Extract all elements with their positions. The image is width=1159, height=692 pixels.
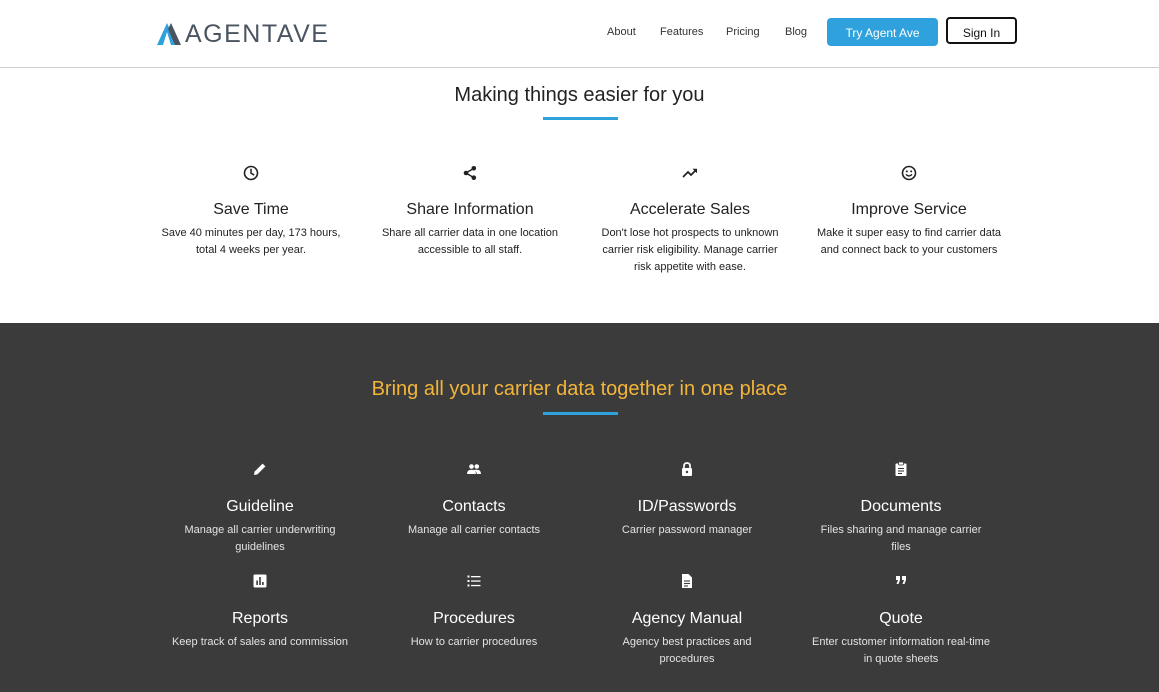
benefit-description-line: Don't lose hot prospects to unknown	[601, 227, 779, 239]
feature-description-line: Manage all carrier underwriting	[184, 524, 336, 536]
top-navbar: AGENTAVE About Features Pricing Blog Try…	[0, 0, 1159, 68]
feature-quote: Quote Enter customer information real-ti…	[801, 573, 1001, 668]
bar-chart-icon	[253, 574, 267, 588]
feature-title: Guideline	[226, 498, 294, 515]
benefit-save-time: Save Time Save 40 minutes per day, 173 h…	[151, 165, 351, 259]
feature-description: Carrier password manager	[587, 522, 787, 539]
nav-link-blog[interactable]: Blog	[785, 26, 807, 38]
quote-icon	[896, 576, 906, 584]
benefit-description-line: total 4 weeks per year.	[195, 244, 307, 256]
feature-description-line: Keep track of sales and commission	[171, 636, 349, 648]
feature-title: Contacts	[442, 498, 506, 515]
benefit-description: Save 40 minutes per day, 173 hours, tota…	[151, 225, 351, 259]
feature-title: ID/Passwords	[637, 498, 737, 515]
benefit-description: Make it super easy to find carrier data …	[809, 225, 1009, 259]
brand-name: AGENTAVE	[185, 20, 330, 48]
benefit-title: Improve Service	[851, 201, 967, 218]
benefit-description-line: Save 40 minutes per day, 173 hours,	[161, 227, 341, 239]
feature-agency-manual: Agency Manual Agency best practices and …	[587, 573, 787, 668]
feature-contacts: Contacts Manage all carrier contacts	[374, 461, 574, 539]
feature-description: Files sharing and manage carrier files	[801, 522, 1001, 556]
pencil-icon	[254, 463, 266, 475]
benefit-title: Save Time	[213, 201, 289, 218]
feature-reports: Reports Keep track of sales and commissi…	[160, 573, 360, 651]
lock-icon	[682, 462, 692, 476]
benefit-description-line: accessible to all staff.	[417, 244, 523, 256]
brand-logo[interactable]: AGENTAVE	[157, 20, 330, 48]
feature-description-line: Manage all carrier contacts	[407, 524, 541, 536]
feature-description-line: files	[891, 541, 911, 553]
feature-title: Reports	[231, 610, 289, 627]
features-section: Bring all your carrier data together in …	[0, 323, 1159, 692]
feature-description: Keep track of sales and commission	[160, 634, 360, 651]
benefits-title-underline	[543, 117, 618, 120]
benefit-description-line: risk appetite with ease.	[634, 261, 746, 273]
benefit-accelerate-sales: Accelerate Sales Don't lose hot prospect…	[590, 165, 790, 276]
features-title: Bring all your carrier data together in …	[371, 378, 788, 400]
benefit-title: Accelerate Sales	[629, 201, 751, 218]
share-icon	[463, 166, 477, 180]
feature-title: Quote	[879, 610, 923, 627]
feature-title: Procedures	[433, 610, 515, 627]
trending-up-icon	[682, 168, 697, 178]
clock-icon	[243, 165, 259, 181]
benefit-description-line: carrier risk eligibility. Manage carrier	[602, 244, 778, 256]
feature-description-line: Enter customer information real-time	[812, 636, 990, 648]
benefit-description-line: Make it super easy to find carrier data	[816, 227, 1002, 239]
feature-description-line: How to carrier procedures	[410, 636, 538, 648]
feature-documents: Documents Files sharing and manage carri…	[801, 461, 1001, 556]
feature-description: Manage all carrier contacts	[374, 522, 574, 539]
benefit-description-line: Share all carrier data in one location	[381, 227, 559, 239]
clipboard-icon	[895, 461, 907, 476]
sign-in-button[interactable]: Sign In	[946, 17, 1017, 44]
people-icon	[467, 464, 481, 474]
feature-guideline: Guideline Manage all carrier underwritin…	[160, 461, 360, 556]
benefits-section: Making things easier for you Save Time S…	[0, 68, 1159, 323]
feature-procedures: Procedures How to carrier procedures	[374, 573, 574, 651]
feature-title: Agency Manual	[631, 610, 743, 627]
document-icon	[682, 574, 692, 588]
feature-description-line: Agency best practices and	[622, 636, 752, 648]
feature-description: Manage all carrier underwriting guidelin…	[160, 522, 360, 556]
nav-link-features[interactable]: Features	[660, 26, 703, 38]
feature-description-line: Carrier password manager	[621, 524, 753, 536]
numbered-list-icon	[467, 575, 481, 587]
feature-description: Enter customer information real-time in …	[801, 634, 1001, 668]
benefit-description-line: and connect back to your customers	[820, 244, 998, 256]
nav-link-pricing[interactable]: Pricing	[726, 26, 760, 38]
nav-link-about[interactable]: About	[607, 26, 636, 38]
feature-description-line: procedures	[659, 653, 715, 665]
benefit-description: Share all carrier data in one location a…	[370, 225, 570, 259]
smiley-icon	[901, 165, 917, 181]
feature-description-line: in quote sheets	[863, 653, 939, 665]
benefit-title: Share Information	[406, 201, 534, 218]
feature-description: How to carrier procedures	[374, 634, 574, 651]
feature-description-line: guidelines	[235, 541, 285, 553]
benefit-description: Don't lose hot prospects to unknown carr…	[590, 225, 790, 276]
feature-description-line: Files sharing and manage carrier	[820, 524, 982, 536]
feature-description: Agency best practices and procedures	[587, 634, 787, 668]
agentave-logo-icon	[157, 23, 181, 45]
features-title-underline	[543, 412, 618, 415]
benefit-share-information: Share Information Share all carrier data…	[370, 165, 570, 259]
benefit-improve-service: Improve Service Make it super easy to fi…	[809, 165, 1009, 259]
try-agent-ave-button[interactable]: Try Agent Ave	[827, 18, 938, 46]
benefits-title: Making things easier for you	[454, 84, 705, 106]
feature-title: Documents	[860, 498, 942, 515]
feature-id-passwords: ID/Passwords Carrier password manager	[587, 461, 787, 539]
